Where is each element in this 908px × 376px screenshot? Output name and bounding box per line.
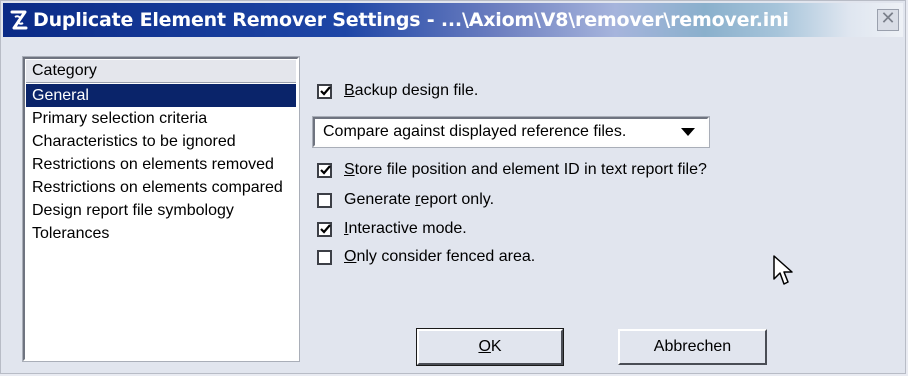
reference-files-dropdown[interactable]: Compare against displayed reference file… <box>312 116 710 148</box>
category-header: Category <box>26 60 296 83</box>
category-item-characteristics-ignored[interactable]: Characteristics to be ignored <box>26 130 296 153</box>
store-file-position-option[interactable]: Store file position and element ID in te… <box>317 159 707 181</box>
check-icon <box>320 85 331 96</box>
check-icon <box>320 164 331 175</box>
category-item-restrictions-compared[interactable]: Restrictions on elements compared <box>26 176 296 199</box>
category-item-restrictions-removed[interactable]: Restrictions on elements removed <box>26 153 296 176</box>
close-button[interactable]: ✕ <box>877 9 899 31</box>
category-item-primary-selection[interactable]: Primary selection criteria <box>26 107 296 130</box>
mouse-pointer-icon <box>773 255 793 285</box>
generate-report-option[interactable]: Generate report only. <box>317 189 494 211</box>
cancel-button[interactable]: Abbrechen <box>618 329 767 365</box>
backup-design-file-checkbox[interactable] <box>317 83 332 99</box>
interactive-mode-label: Interactive mode. <box>344 220 467 237</box>
chevron-down-icon[interactable] <box>681 128 695 136</box>
store-file-position-checkbox[interactable] <box>317 162 332 178</box>
category-item-tolerances[interactable]: Tolerances <box>26 222 296 245</box>
category-item-general[interactable]: General <box>26 84 296 107</box>
title-bar[interactable]: Duplicate Element Remover Settings - ...… <box>3 3 903 37</box>
category-item-report-symbology[interactable]: Design report file symbology <box>26 199 296 222</box>
generate-report-checkbox[interactable] <box>317 192 332 208</box>
generate-report-label: Generate report only. <box>344 191 495 208</box>
backup-design-file-option[interactable]: Backup design file. <box>317 80 478 102</box>
ok-button[interactable]: OK <box>416 328 564 366</box>
interactive-mode-option[interactable]: Interactive mode. <box>317 218 467 240</box>
fenced-area-label: Only consider fenced area. <box>344 248 536 265</box>
app-logo-icon <box>10 10 28 30</box>
store-file-position-label: Store file position and element ID in te… <box>344 161 707 178</box>
fenced-area-checkbox[interactable] <box>317 249 332 265</box>
category-list[interactable]: Category General Primary selection crite… <box>22 56 300 362</box>
window-title: Duplicate Element Remover Settings - ...… <box>33 9 789 31</box>
interactive-mode-checkbox[interactable] <box>317 221 332 237</box>
check-icon <box>320 223 331 234</box>
backup-design-file-label: Backup design file. <box>344 82 479 99</box>
fenced-area-option[interactable]: Only consider fenced area. <box>317 246 535 268</box>
settings-dialog: Duplicate Element Remover Settings - ...… <box>0 0 906 374</box>
dropdown-selected-value: Compare against displayed reference file… <box>323 123 627 140</box>
close-icon: ✕ <box>880 8 896 29</box>
